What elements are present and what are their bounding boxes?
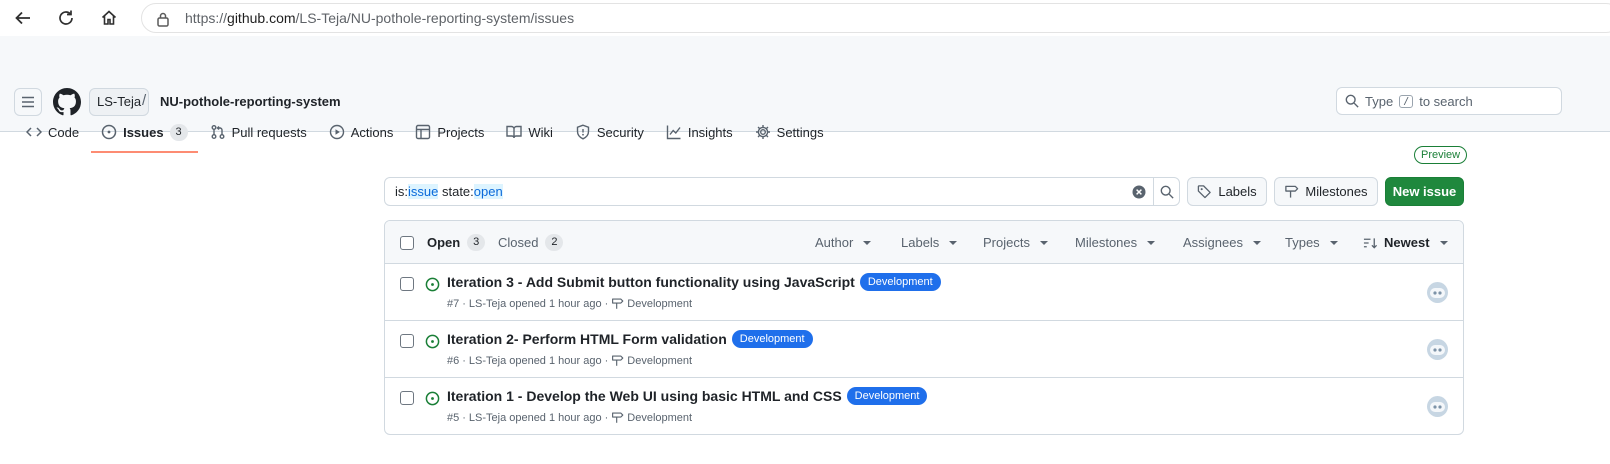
milestones-button[interactable]: Milestones bbox=[1274, 177, 1378, 206]
issue-title-link[interactable]: Iteration 1 - Develop the Web UI using b… bbox=[447, 388, 842, 404]
issue-number: #5 bbox=[447, 411, 460, 424]
repo-name-link[interactable]: NU-pothole-reporting-system bbox=[160, 94, 341, 109]
search-shortcut-key: / bbox=[1399, 94, 1414, 108]
issue-author[interactable]: LS-Teja bbox=[469, 412, 506, 424]
sort-icon bbox=[1363, 237, 1378, 249]
issue-number: #7 bbox=[447, 297, 460, 310]
issue-opened-time: opened 1 hour ago bbox=[509, 354, 602, 367]
hamburger-icon bbox=[22, 96, 34, 108]
issues-page: Preview is:issue state:open Labels Miles… bbox=[0, 132, 1610, 464]
issue-filter-input[interactable]: is:issue state:open bbox=[384, 177, 1180, 206]
issue-list-header: Open 3 Closed 2 Author Labels Projects M… bbox=[385, 221, 1463, 264]
open-count-badge: 3 bbox=[467, 234, 486, 251]
issue-opened-icon bbox=[425, 277, 440, 292]
closed-count-badge: 2 bbox=[545, 234, 564, 251]
labels-filter[interactable]: Labels bbox=[901, 235, 958, 250]
issue-label[interactable]: Development bbox=[846, 387, 928, 405]
issue-milestone[interactable]: Development bbox=[627, 412, 692, 424]
issue-opened-time: opened 1 hour ago bbox=[509, 411, 602, 424]
preview-badge[interactable]: Preview bbox=[1414, 146, 1468, 164]
menu-button[interactable] bbox=[14, 88, 42, 116]
milestone-icon bbox=[1284, 184, 1299, 199]
chevron-down-icon bbox=[863, 240, 872, 245]
breadcrumb-separator: / bbox=[142, 92, 147, 109]
issue-checkbox[interactable] bbox=[400, 334, 414, 348]
author-filter[interactable]: Author bbox=[815, 235, 872, 250]
avatar[interactable] bbox=[1427, 396, 1448, 417]
chevron-down-icon bbox=[1039, 240, 1048, 245]
issue-author[interactable]: LS-Teja bbox=[469, 355, 506, 367]
issue-meta: #5 · LS-Teja opened 1 hour ago · Developme… bbox=[447, 411, 693, 424]
milestone-icon bbox=[612, 412, 624, 423]
browser-toolbar: https://github.com/LS-Teja/NU-pothole-re… bbox=[0, 0, 1610, 36]
filter-search-button[interactable] bbox=[1153, 178, 1180, 205]
issue-meta: #7 · LS-Teja opened 1 hour ago · Developme… bbox=[447, 297, 693, 310]
issue-list: Open 3 Closed 2 Author Labels Projects M… bbox=[384, 220, 1464, 435]
new-issue-button[interactable]: New issue bbox=[1385, 177, 1464, 206]
search-placeholder-prefix: Type bbox=[1365, 93, 1394, 109]
issue-title-line: Iteration 3 - Add Submit button function… bbox=[447, 273, 941, 291]
search-placeholder-suffix: to search bbox=[1419, 93, 1473, 109]
url-text: https://github.com/LS-Teja/NU-pothole-re… bbox=[185, 10, 575, 26]
issue-row[interactable]: Iteration 3 - Add Submit button function… bbox=[385, 264, 1463, 321]
issue-author[interactable]: LS-Teja bbox=[469, 298, 506, 310]
issue-milestone[interactable]: Development bbox=[627, 298, 692, 310]
labels-button[interactable]: Labels bbox=[1187, 177, 1267, 206]
issue-title-link[interactable]: Iteration 3 - Add Submit button function… bbox=[447, 274, 855, 290]
filter-query: is:issue state:open bbox=[395, 184, 503, 199]
chevron-down-icon bbox=[1147, 240, 1156, 245]
chevron-down-icon bbox=[1439, 240, 1448, 245]
search-icon bbox=[1345, 94, 1359, 108]
issue-label[interactable]: Development bbox=[859, 273, 941, 291]
issue-opened-icon bbox=[425, 334, 440, 349]
issue-label[interactable]: Development bbox=[731, 330, 813, 348]
issue-number: #6 bbox=[447, 354, 460, 367]
select-all-checkbox[interactable] bbox=[400, 236, 414, 250]
types-filter[interactable]: Types bbox=[1285, 235, 1338, 250]
milestone-icon bbox=[612, 298, 624, 309]
projects-filter[interactable]: Projects bbox=[983, 235, 1048, 250]
chevron-down-icon bbox=[1252, 240, 1261, 245]
milestone-icon bbox=[612, 355, 624, 366]
avatar[interactable] bbox=[1427, 282, 1448, 303]
issue-checkbox[interactable] bbox=[400, 277, 414, 291]
issue-meta: #6 · LS-Teja opened 1 hour ago · Developme… bbox=[447, 354, 693, 367]
github-logo-icon[interactable] bbox=[53, 88, 81, 116]
issue-row[interactable]: Iteration 2- Perform HTML Form validatio… bbox=[385, 321, 1463, 378]
open-issues-tab[interactable]: Open 3 bbox=[427, 234, 486, 251]
avatar[interactable] bbox=[1427, 339, 1448, 360]
tag-icon bbox=[1197, 184, 1212, 199]
issue-title-line: Iteration 1 - Develop the Web UI using b… bbox=[447, 387, 928, 405]
issue-title-line: Iteration 2- Perform HTML Form validatio… bbox=[447, 330, 813, 348]
repo-header: LS-Teja / NU-pothole-reporting-system Ty… bbox=[0, 36, 1610, 153]
sort-menu[interactable]: Newest bbox=[1363, 235, 1448, 250]
issue-title-link[interactable]: Iteration 2- Perform HTML Form validatio… bbox=[447, 331, 727, 347]
clear-filter-icon[interactable] bbox=[1132, 185, 1146, 199]
home-icon[interactable] bbox=[98, 7, 120, 29]
back-arrow-icon[interactable] bbox=[12, 7, 34, 29]
issue-opened-time: opened 1 hour ago bbox=[509, 297, 602, 310]
assignees-filter[interactable]: Assignees bbox=[1183, 235, 1261, 250]
labels-button-label: Labels bbox=[1218, 184, 1257, 199]
milestones-filter[interactable]: Milestones bbox=[1075, 235, 1156, 250]
closed-issues-tab[interactable]: Closed 2 bbox=[498, 234, 564, 251]
owner-link[interactable]: LS-Teja bbox=[89, 88, 150, 116]
chevron-down-icon bbox=[1329, 240, 1338, 245]
chevron-down-icon bbox=[949, 240, 958, 245]
issue-milestone[interactable]: Development bbox=[627, 355, 692, 367]
address-bar[interactable]: https://github.com/LS-Teja/NU-pothole-re… bbox=[141, 3, 1610, 33]
issue-row[interactable]: Iteration 1 - Develop the Web UI using b… bbox=[385, 378, 1463, 434]
search-icon bbox=[1160, 185, 1174, 199]
issue-opened-icon bbox=[425, 391, 440, 406]
lock-icon[interactable] bbox=[156, 11, 170, 27]
issue-checkbox[interactable] bbox=[400, 391, 414, 405]
reload-icon[interactable] bbox=[55, 7, 77, 29]
search-input[interactable]: Type / to search bbox=[1336, 87, 1562, 115]
milestones-button-label: Milestones bbox=[1305, 184, 1368, 199]
